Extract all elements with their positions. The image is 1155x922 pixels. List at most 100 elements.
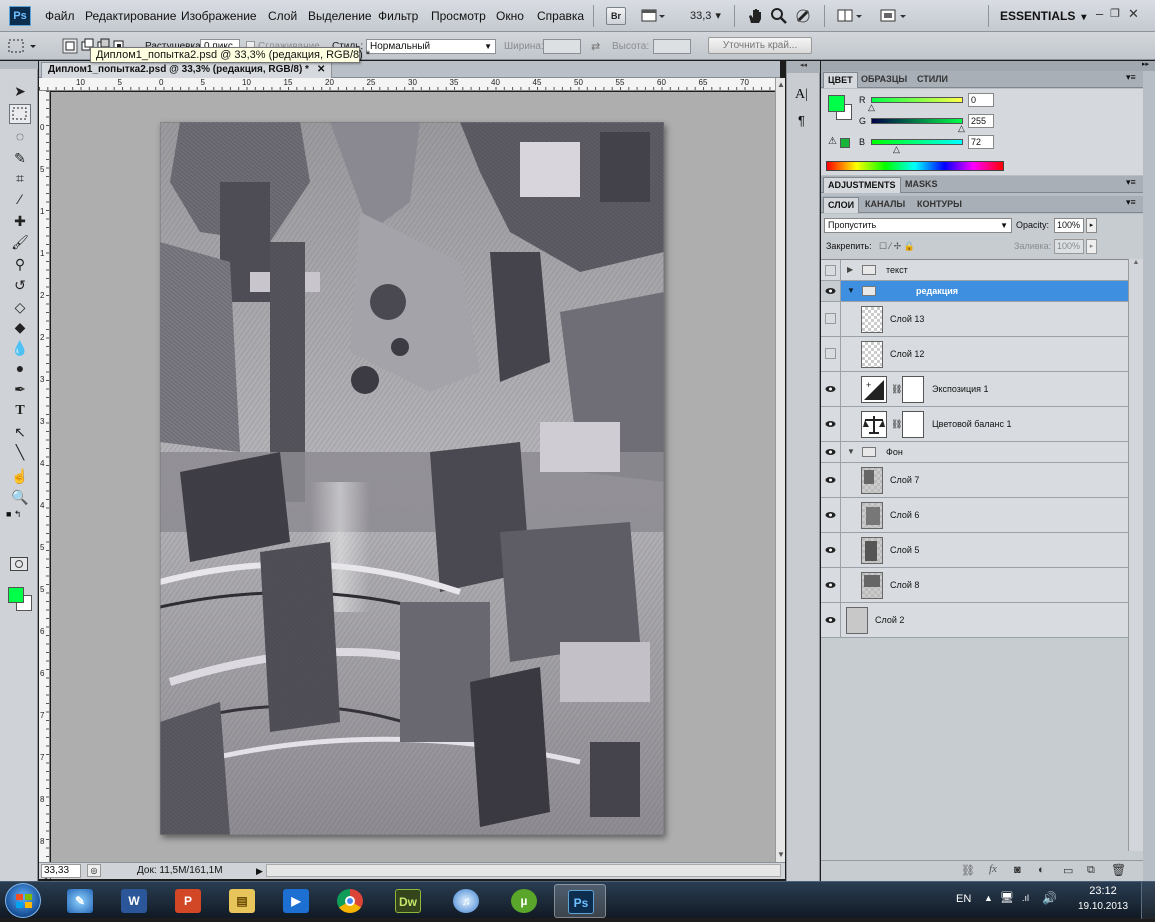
red-slider-thumb[interactable]: △ [868,102,875,113]
crop-tool-icon[interactable]: ⌗ [9,168,31,188]
tab-masks[interactable]: MASKS [901,177,942,193]
tab-layers[interactable]: СЛОИ [823,197,860,213]
blue-slider[interactable] [871,139,963,145]
menu-help[interactable]: Справка [537,9,584,23]
menu-image[interactable]: Изображение [181,9,257,23]
hand-tool-icon[interactable]: ☝ [9,466,31,486]
clone-stamp-icon[interactable]: ⚲ [9,254,31,274]
layer-row[interactable]: ▶ текст [821,260,1128,281]
close-icon[interactable]: ✕ [1128,6,1139,22]
green-slider[interactable] [871,118,963,124]
menu-window[interactable]: Окно [496,9,524,23]
delete-layer-icon[interactable]: 🗑 [1111,863,1126,877]
layer-row[interactable]: Слой 7 [821,463,1128,498]
vertical-scrollbar[interactable]: ▲ ▼ [775,78,785,862]
layer-name[interactable]: Экспозиция 1 [932,384,989,394]
hidden-eye-box[interactable] [825,265,836,276]
gamut-swatch[interactable] [840,138,850,148]
rotate-view-icon[interactable] [794,7,812,25]
tool-preset-picker[interactable] [6,36,46,56]
type-tool-icon[interactable]: T [9,401,31,421]
quick-select-tool-icon[interactable]: ✎ [9,148,31,168]
visibility-toggle[interactable] [821,302,841,336]
menu-view[interactable]: Просмотр [431,9,486,23]
zoom-level[interactable]: 33,3 ▾ [690,9,721,27]
hidden-eye-box[interactable] [825,313,836,324]
collapse-arrow-icon[interactable]: ▼ [847,286,855,295]
fill-slider-arrow-icon[interactable]: ▸ [1086,239,1097,254]
close-document-icon[interactable]: ✕ [317,64,325,75]
visibility-toggle[interactable] [821,463,841,497]
default-colors-icon[interactable]: ■ ↰ [6,509,21,520]
layer-name[interactable]: редакция [916,286,958,296]
hidden-eye-box[interactable] [825,348,836,359]
status-arrow-icon[interactable]: ▶ [256,864,263,879]
panel-menu-icon[interactable]: ▾≡ [1126,197,1136,208]
marquee-tool-icon[interactable] [9,104,31,124]
layer-mask-thumbnail[interactable] [902,411,924,438]
network-icon[interactable]: 🖥 [1000,891,1014,904]
menu-filter[interactable]: Фильтр [378,9,418,23]
minimize-icon[interactable]: – [1096,6,1103,21]
layer-name[interactable]: Слой 6 [890,510,919,520]
layer-name[interactable]: Слой 13 [890,314,924,324]
layer-name[interactable]: Цветовой баланс 1 [932,419,1011,429]
green-slider-thumb[interactable]: △ [958,123,965,134]
taskbar-utorrent[interactable]: µ [498,884,550,918]
tab-styles[interactable]: СТИЛИ [913,72,952,88]
visibility-toggle[interactable] [821,568,841,602]
show-desktop-button[interactable] [1141,882,1155,919]
bridge-button[interactable]: Br [606,7,626,25]
show-hidden-icons[interactable]: ▲ [984,893,993,903]
brush-tool-icon[interactable]: 🖌 [9,232,31,252]
opacity-slider-arrow-icon[interactable]: ▸ [1086,218,1097,233]
layer-row[interactable]: Слой 8 [821,568,1128,603]
start-button[interactable] [5,883,41,918]
color-spectrum-ramp[interactable] [826,161,1004,171]
taskbar-explorer[interactable]: ✎ [54,884,106,918]
pen-tool-icon[interactable]: ✒ [9,379,31,399]
visibility-toggle[interactable] [821,372,841,406]
menu-edit[interactable]: Редактирование [85,9,176,23]
layer-row[interactable]: ⛓ Цветовой баланс 1 [821,407,1128,442]
new-layer-icon[interactable]: ⧉ [1087,864,1095,877]
horizontal-scrollbar[interactable] [266,864,781,877]
blue-slider-thumb[interactable]: △ [893,144,900,155]
character-panel-icon[interactable]: A| [795,87,808,103]
visibility-toggle[interactable] [821,442,841,462]
taskbar-word[interactable]: W [108,884,160,918]
blend-mode-select[interactable]: Пропустить ▼ [824,218,1012,233]
blur-tool-icon[interactable]: 💧 [9,338,31,358]
dodge-tool-icon[interactable]: ● [9,358,31,378]
refine-edge-button[interactable]: Уточнить край... [708,37,812,54]
layer-row-selected[interactable]: ▼ редакция [821,281,1128,302]
add-mask-icon[interactable]: ◙ [1014,864,1021,876]
history-brush-icon[interactable]: ↺ [9,275,31,295]
new-group-icon[interactable]: ▭ [1063,864,1073,877]
tools-panel-header[interactable] [0,61,38,69]
gamut-warning-icon[interactable]: ⚠ [828,136,837,147]
menu-file[interactable]: Файл [45,9,75,23]
swap-dimensions-icon[interactable]: ⇄ [591,40,600,53]
taskbar-photoshop[interactable]: Ps [554,884,606,918]
layer-row[interactable]: Слой 2 [821,603,1128,638]
restore-icon[interactable]: ❐ [1110,7,1120,20]
move-tool-icon[interactable]: ➤ [9,81,31,101]
layer-name[interactable]: Слой 12 [890,349,924,359]
layer-mask-thumbnail[interactable] [902,376,924,403]
visibility-toggle[interactable] [821,407,841,441]
taskbar-itunes[interactable]: ♫ [440,884,492,918]
paragraph-panel-icon[interactable]: ¶ [798,113,805,128]
red-value[interactable]: 0 [968,93,994,107]
visibility-toggle[interactable] [821,498,841,532]
zoom-icon[interactable] [770,7,788,25]
hand-icon[interactable] [746,7,764,25]
style-select[interactable]: Нормальный ▼ [366,39,496,54]
taskbar-powerpoint[interactable]: P [162,884,214,918]
layer-name[interactable]: Слой 5 [890,545,919,555]
dock-collapse-icon[interactable]: ◂◂ [787,61,820,73]
signal-icon[interactable]: .ıl [1022,893,1029,903]
visibility-toggle[interactable] [821,603,841,637]
zoom-tool-icon[interactable]: 🔍 [9,487,31,507]
clock-date[interactable]: 19.10.2013 [1073,901,1133,912]
